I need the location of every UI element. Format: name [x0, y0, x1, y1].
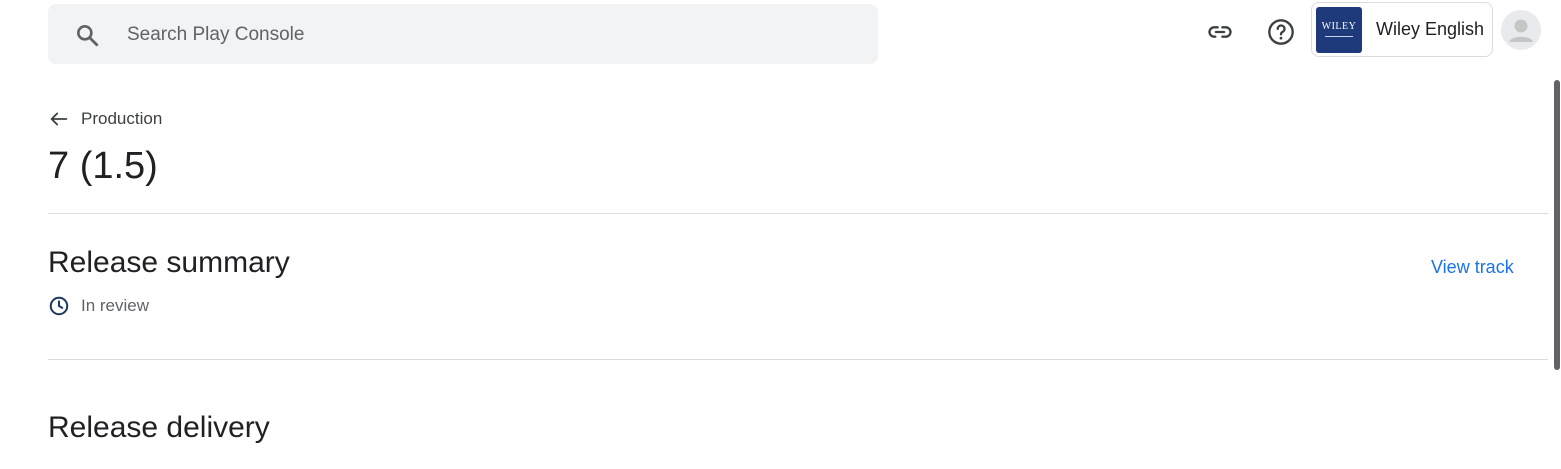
help-button[interactable]: [1261, 12, 1301, 52]
status-text: In review: [81, 296, 150, 315]
clock-icon: [49, 296, 69, 316]
user-avatar[interactable]: [1501, 10, 1541, 50]
search-input[interactable]: [125, 20, 825, 50]
top-app-bar: WILEY Wiley English: [0, 0, 1561, 70]
search-icon: [77, 25, 99, 47]
view-track-link[interactable]: View track: [1431, 257, 1514, 278]
arrow-back-icon: [50, 112, 68, 126]
divider: [48, 359, 1548, 360]
breadcrumb-label: Production: [81, 109, 163, 128]
account-switcher[interactable]: WILEY Wiley English: [1311, 2, 1493, 57]
link-button[interactable]: [1200, 12, 1240, 52]
page-title: 7 (1.5): [48, 145, 158, 187]
link-icon: [1208, 26, 1232, 38]
release-delivery-heading: Release delivery: [48, 411, 270, 444]
divider: [48, 213, 1548, 214]
account-name: Wiley English: [1376, 19, 1485, 39]
release-summary-heading: Release summary: [48, 246, 290, 279]
app-logo-rule: [1325, 36, 1353, 37]
app-logo: WILEY: [1316, 7, 1362, 53]
avatar-icon: [1509, 19, 1533, 42]
release-status: In review: [48, 295, 149, 317]
help-icon: [1268, 19, 1294, 45]
scrollbar-thumb[interactable]: [1554, 80, 1560, 370]
search-bar[interactable]: [48, 4, 878, 64]
app-logo-text: WILEY: [1321, 21, 1357, 32]
breadcrumb-back-link[interactable]: Production: [48, 108, 162, 130]
